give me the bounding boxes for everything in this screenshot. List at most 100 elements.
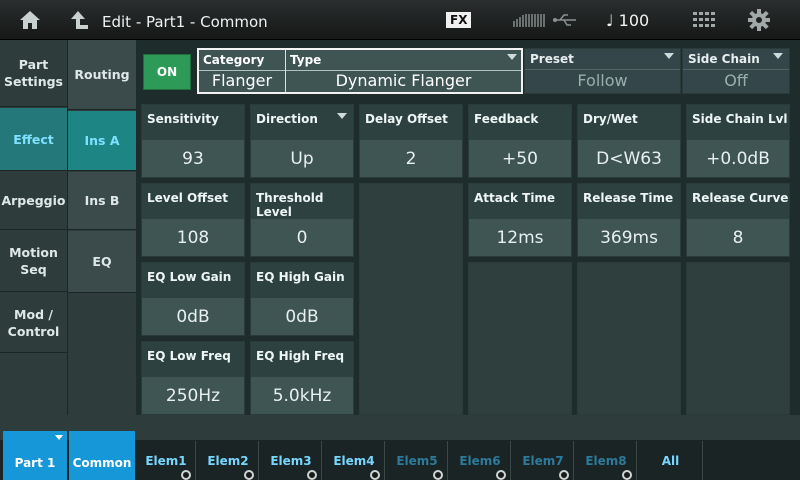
param-label: Release Curve xyxy=(692,191,789,205)
subtab-ins-b[interactable]: Ins B xyxy=(68,172,136,230)
fx-badge[interactable]: FX xyxy=(446,12,472,28)
elem-knob-icon xyxy=(370,470,380,480)
preset-value: Follow xyxy=(577,71,628,90)
chevron-down-icon xyxy=(337,113,347,119)
param-label: Direction xyxy=(256,112,318,126)
elem-label: All xyxy=(661,454,680,468)
type-field[interactable]: Type Dynamic Flanger xyxy=(286,50,521,92)
param-value: 93 xyxy=(182,149,204,169)
param-eq-low-freq[interactable]: EQ Low Freq 250Hz xyxy=(141,341,245,415)
param-threshold-level[interactable]: Threshold Level 0 xyxy=(250,183,354,257)
column-divider xyxy=(67,40,68,415)
empty-cell xyxy=(577,262,681,415)
param-feedback[interactable]: Feedback +50 xyxy=(468,104,572,178)
param-value: +50 xyxy=(502,149,538,169)
param-eq-high-gain[interactable]: EQ High Gain 0dB xyxy=(250,262,354,336)
elem-knob-icon xyxy=(181,470,191,480)
elem-all-button[interactable]: All xyxy=(639,441,703,480)
param-value: 250Hz xyxy=(165,386,221,406)
effect-on-button[interactable]: ON xyxy=(143,54,191,90)
subtab-eq-label: EQ xyxy=(92,254,112,269)
param-level-offset[interactable]: Level Offset 108 xyxy=(141,183,245,257)
param-label: EQ Low Freq xyxy=(147,349,231,363)
param-side-chain-lvl[interactable]: Side Chain Lvl +0.0dB xyxy=(686,104,790,178)
category-type-selector[interactable]: Category Flanger Type Dynamic Flanger xyxy=(197,48,523,94)
type-value: Dynamic Flanger xyxy=(335,71,472,90)
param-value: 0dB xyxy=(176,307,210,327)
gear-icon[interactable] xyxy=(748,9,770,31)
param-eq-low-gain[interactable]: EQ Low Gain 0dB xyxy=(141,262,245,336)
elem-knob-icon xyxy=(244,470,254,480)
subtab-eq[interactable]: EQ xyxy=(68,231,136,293)
param-label: Threshold Level xyxy=(256,191,324,219)
param-label: Attack Time xyxy=(474,191,556,205)
param-sensitivity[interactable]: Sensitivity 93 xyxy=(141,104,245,178)
param-value: +0.0dB xyxy=(706,149,770,169)
common-label: Common xyxy=(72,456,132,470)
category-label: Category xyxy=(203,53,265,67)
empty-cell xyxy=(686,262,790,415)
empty-cell xyxy=(468,262,572,415)
param-release-time[interactable]: Release Time 369ms xyxy=(577,183,681,257)
param-label: EQ Low Gain xyxy=(147,270,232,284)
elem-label: Elem5 xyxy=(396,454,438,468)
tab-motion-seq[interactable]: Motion Seq xyxy=(0,231,67,292)
usb-icon xyxy=(553,14,576,26)
param-direction[interactable]: Direction Up xyxy=(250,104,354,178)
divider xyxy=(683,69,789,70)
elem-label: Elem1 xyxy=(145,454,187,468)
grid-menu-icon[interactable] xyxy=(693,12,715,28)
param-label: EQ High Gain xyxy=(256,270,345,284)
tab-mod-control[interactable]: Mod / Control xyxy=(0,293,67,353)
part-select-button[interactable]: Part 1 xyxy=(3,431,67,480)
type-label: Type xyxy=(290,53,322,67)
preset-field[interactable]: Preset Follow xyxy=(524,48,681,94)
elem-button-1[interactable]: Elem1 xyxy=(137,441,196,480)
tempo-display[interactable]: ♩ 100 xyxy=(606,11,649,30)
elem-button-8[interactable]: Elem8 xyxy=(576,441,637,480)
subtab-ins-b-label: Ins B xyxy=(84,193,120,208)
elem-button-4[interactable]: Elem4 xyxy=(324,441,385,480)
param-label: Dry/Wet xyxy=(583,112,638,126)
param-attack-time[interactable]: Attack Time 12ms xyxy=(468,183,572,257)
elem-knob-icon xyxy=(496,470,506,480)
side-chain-field[interactable]: Side Chain Off xyxy=(682,48,790,94)
tab-arpeggio-label: Arpeggio xyxy=(1,193,66,208)
midi-indicator-icon xyxy=(513,14,545,27)
common-button[interactable]: Common xyxy=(69,431,135,480)
chevron-down-icon xyxy=(55,435,63,440)
subtab-routing-label: Routing xyxy=(74,67,130,82)
param-eq-high-freq[interactable]: EQ High Freq 5.0kHz xyxy=(250,341,354,415)
side-chain-label: Side Chain xyxy=(688,52,760,66)
elem-label: Elem8 xyxy=(585,454,627,468)
elem-label: Elem7 xyxy=(522,454,564,468)
subtab-ins-a[interactable]: Ins A xyxy=(68,111,136,171)
param-value: 0dB xyxy=(285,307,319,327)
elem-button-7[interactable]: Elem7 xyxy=(513,441,574,480)
elem-button-3[interactable]: Elem3 xyxy=(261,441,322,480)
elem-button-6[interactable]: Elem6 xyxy=(450,441,511,480)
tab-motion-seq-label: Motion Seq xyxy=(9,245,58,277)
param-delay-offset[interactable]: Delay Offset 2 xyxy=(359,104,463,178)
tab-arpeggio[interactable]: Arpeggio xyxy=(0,172,67,230)
param-release-curve[interactable]: Release Curve 8 xyxy=(686,183,790,257)
elem-button-2[interactable]: Elem2 xyxy=(198,441,259,480)
param-value: D<W63 xyxy=(596,149,662,169)
chevron-down-icon xyxy=(664,53,674,59)
param-value: 369ms xyxy=(600,228,658,248)
tab-effect[interactable]: Effect xyxy=(0,108,67,171)
up-arrow-icon[interactable] xyxy=(68,9,88,31)
tab-part-settings[interactable]: Part Settings xyxy=(0,40,67,107)
subtab-routing[interactable]: Routing xyxy=(68,40,136,110)
part-select-label: Part 1 xyxy=(14,456,56,470)
category-field[interactable]: Category Flanger xyxy=(199,50,285,92)
param-value: 2 xyxy=(405,149,417,169)
param-value: 108 xyxy=(176,228,210,248)
elem-label: Elem3 xyxy=(270,454,312,468)
empty-cell xyxy=(359,183,463,415)
chevron-down-icon xyxy=(507,54,517,60)
param-dry-wet[interactable]: Dry/Wet D<W63 xyxy=(577,104,681,178)
param-value: 12ms xyxy=(496,228,544,248)
home-icon[interactable] xyxy=(18,9,42,31)
elem-button-5[interactable]: Elem5 xyxy=(387,441,448,480)
